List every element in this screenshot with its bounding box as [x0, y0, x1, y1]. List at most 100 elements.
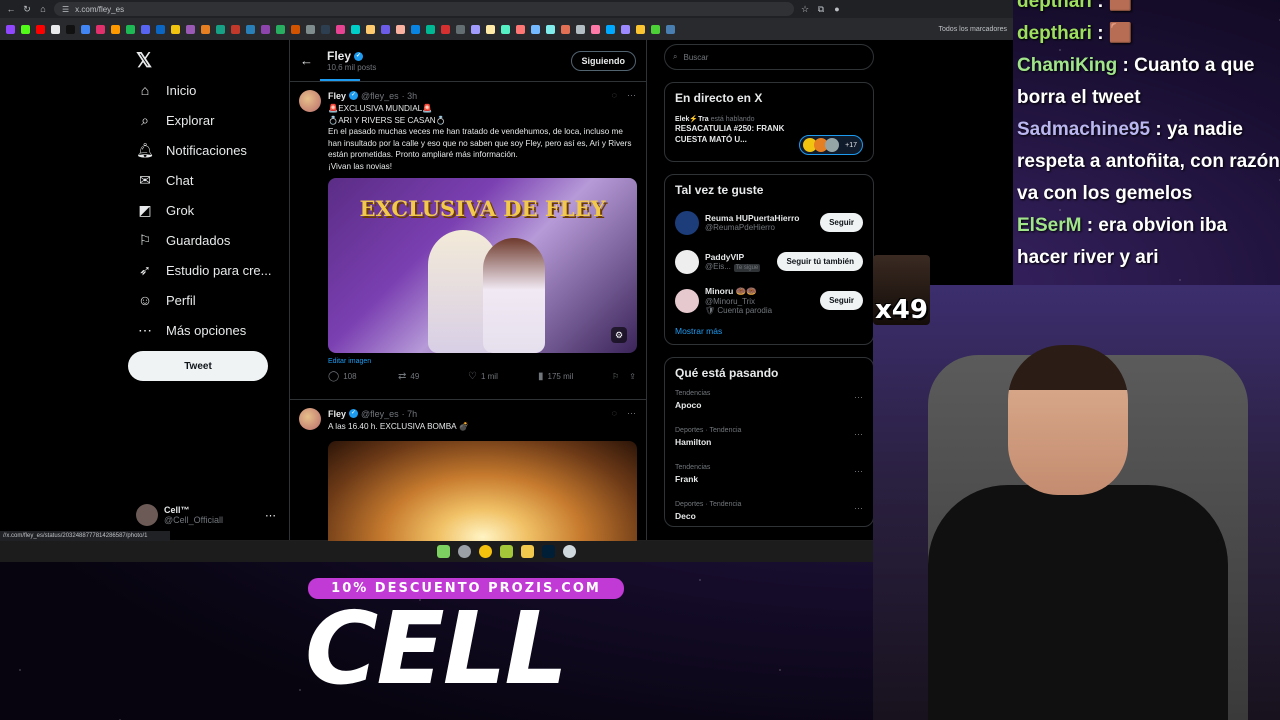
grok-icon[interactable]: ◌ — [612, 90, 617, 101]
chrome-icon[interactable] — [479, 545, 492, 558]
bookmark-icon[interactable] — [291, 24, 300, 34]
bookmark-icon[interactable] — [261, 24, 270, 34]
bookmark-icon[interactable] — [516, 24, 525, 34]
retweet-button[interactable]: ⇄ 49 — [398, 371, 468, 382]
bookmark-icon[interactable] — [471, 24, 480, 34]
follow-button[interactable]: Seguir — [820, 213, 863, 232]
bookmark-icon[interactable] — [666, 24, 675, 34]
avatar[interactable] — [299, 408, 321, 430]
bookmark-star-icon[interactable]: ☆ — [800, 4, 810, 14]
bookmark-icon[interactable] — [546, 24, 555, 34]
tweet-author-handle[interactable]: @fley_es — [361, 91, 399, 101]
app-icon[interactable] — [458, 545, 471, 558]
extensions-icon[interactable]: ⧉ — [816, 4, 826, 14]
bookmark-icon[interactable] — [276, 24, 285, 34]
site-info-icon[interactable]: ☰ — [62, 5, 69, 14]
search-input[interactable]: ⌕ Buscar — [664, 44, 874, 70]
grok-icon[interactable]: ◌ — [612, 408, 617, 419]
show-more-link[interactable]: Mostrar más — [675, 326, 863, 336]
bookmarks-folder[interactable]: Todos los marcadores — [939, 26, 1007, 33]
bookmark-icon[interactable] — [426, 24, 435, 34]
tweet[interactable]: Fley ✓ @fley_es · 3h ◌ ⋯ 🚨EXCLUSIVA MUND… — [290, 82, 646, 400]
bookmark-icon[interactable] — [591, 24, 600, 34]
bookmark-icon[interactable] — [321, 24, 330, 34]
nav-item-notificaciones[interactable]: 🔔︎ Notificaciones — [136, 135, 247, 165]
bookmark-icon[interactable] — [396, 24, 405, 34]
bookmark-instagram-icon[interactable] — [96, 24, 105, 34]
tweet-author-handle[interactable]: @fley_es — [361, 409, 399, 419]
bookmark-icon[interactable] — [186, 24, 195, 34]
follow-button[interactable]: Seguir — [820, 291, 863, 310]
share-icon[interactable]: ⇪ — [629, 372, 636, 381]
more-icon[interactable]: ⋯ — [854, 466, 863, 477]
more-icon[interactable]: ⋯ — [627, 90, 636, 101]
follow-back-button[interactable]: Seguir tú también — [777, 252, 863, 271]
more-icon[interactable]: ⋯ — [265, 509, 276, 522]
bookmark-icon[interactable] — [411, 24, 420, 34]
bookmark-icon[interactable] — [231, 24, 240, 34]
bookmark-icon[interactable] — [606, 24, 615, 34]
back-arrow-icon[interactable]: ← — [300, 53, 313, 68]
bookmark-icon[interactable] — [441, 24, 450, 34]
app-icon[interactable] — [500, 545, 513, 558]
bookmark-icon[interactable] — [246, 24, 255, 34]
bookmark-amazon-icon[interactable] — [111, 24, 120, 34]
like-button[interactable]: ♡ 1 mil — [468, 371, 538, 382]
suggestion-item[interactable]: PaddyVIP @Eis... Te sigue Seguir tú tambi… — [675, 242, 863, 281]
tweet-author-name[interactable]: Fley — [328, 91, 346, 101]
bookmark-icon[interactable] — [201, 24, 210, 34]
edit-image-link[interactable]: Editar imagen — [328, 358, 636, 365]
bookmark-x-icon[interactable] — [51, 24, 60, 34]
profile-icon[interactable]: ● — [832, 4, 842, 14]
bookmark-icon[interactable] — [381, 24, 390, 34]
bookmark-twitch-icon[interactable] — [6, 24, 15, 34]
more-icon[interactable]: ⋯ — [854, 503, 863, 514]
bookmark-icon[interactable] — [486, 24, 495, 34]
bookmark-icon[interactable] — [306, 24, 315, 34]
nav-item-guardados[interactable]: ⚐ Guardados — [136, 225, 231, 255]
bookmark-icon[interactable] — [171, 24, 180, 34]
nav-item-perfil[interactable]: ☺ Perfil — [136, 285, 196, 315]
tweet-time[interactable]: · 3h — [402, 91, 418, 101]
bookmark-icon[interactable] — [216, 24, 225, 34]
bookmark-icon[interactable] — [636, 24, 645, 34]
account-switcher[interactable]: Cell™ @Cell_Officiall ⋯ — [136, 500, 276, 530]
bookmark-icon[interactable] — [156, 24, 165, 34]
reply-button[interactable]: ◯ 108 — [328, 371, 398, 382]
suggestion-item[interactable]: Reuma HUPuertaHierro @ReumaPdeHierro Seg… — [675, 203, 863, 242]
suggestion-item[interactable]: Minoru 🍩🍩 @Minoru_Trix 🛡 Cuenta parodia … — [675, 281, 863, 320]
sensitive-content-icon[interactable]: ⚙ — [611, 327, 627, 343]
bookmark-youtube-icon[interactable] — [36, 24, 45, 34]
nav-item-mas-opciones[interactable]: ⋯ Más opciones — [136, 315, 246, 345]
back-icon[interactable]: ← — [6, 4, 16, 14]
nav-item-inicio[interactable]: ⌂ Inicio — [136, 75, 197, 105]
app-icon[interactable] — [563, 545, 576, 558]
tweet-author-name[interactable]: Fley — [328, 409, 346, 419]
more-icon[interactable]: ⋯ — [627, 408, 636, 419]
bookmark-spotify-icon[interactable] — [126, 24, 135, 34]
trend-item[interactable]: Deportes · Tendencia Deco ⋯ — [675, 497, 863, 526]
x-logo-icon[interactable]: 𝕏 — [136, 48, 152, 73]
bookmark-icon[interactable] — [366, 24, 375, 34]
bookmark-icon[interactable] — [561, 24, 570, 34]
bookmark-icon[interactable] — [531, 24, 540, 34]
nav-item-grok[interactable]: ◩ Grok — [136, 195, 194, 225]
photoshop-icon[interactable] — [542, 545, 555, 558]
following-button[interactable]: Siguiendo — [570, 50, 636, 71]
app-icon[interactable] — [437, 545, 450, 558]
nav-item-estudio[interactable]: ➶ Estudio para cre... — [136, 255, 271, 285]
trend-item[interactable]: Tendencias Apoco ⋯ — [675, 386, 863, 423]
nav-item-chat[interactable]: ✉ Chat — [136, 165, 193, 195]
bookmark-tiktok-icon[interactable] — [66, 24, 75, 34]
bookmark-kick-icon[interactable] — [21, 24, 30, 34]
bookmark-icon[interactable] — [621, 24, 630, 34]
bookmark-icon[interactable] — [576, 24, 585, 34]
home-icon[interactable]: ⌂ — [38, 4, 48, 14]
folder-icon[interactable] — [521, 545, 534, 558]
bookmark-discord-icon[interactable] — [141, 24, 150, 34]
bookmark-icon[interactable] — [336, 24, 345, 34]
tweet[interactable]: Fley ✓ @fley_es · 7h ◌ ⋯ A las 16.40 h. … — [290, 400, 646, 561]
reload-icon[interactable]: ↻ — [22, 4, 32, 14]
bookmark-icon[interactable] — [501, 24, 510, 34]
trend-item[interactable]: Deportes · Tendencia Hamilton ⋯ — [675, 423, 863, 460]
